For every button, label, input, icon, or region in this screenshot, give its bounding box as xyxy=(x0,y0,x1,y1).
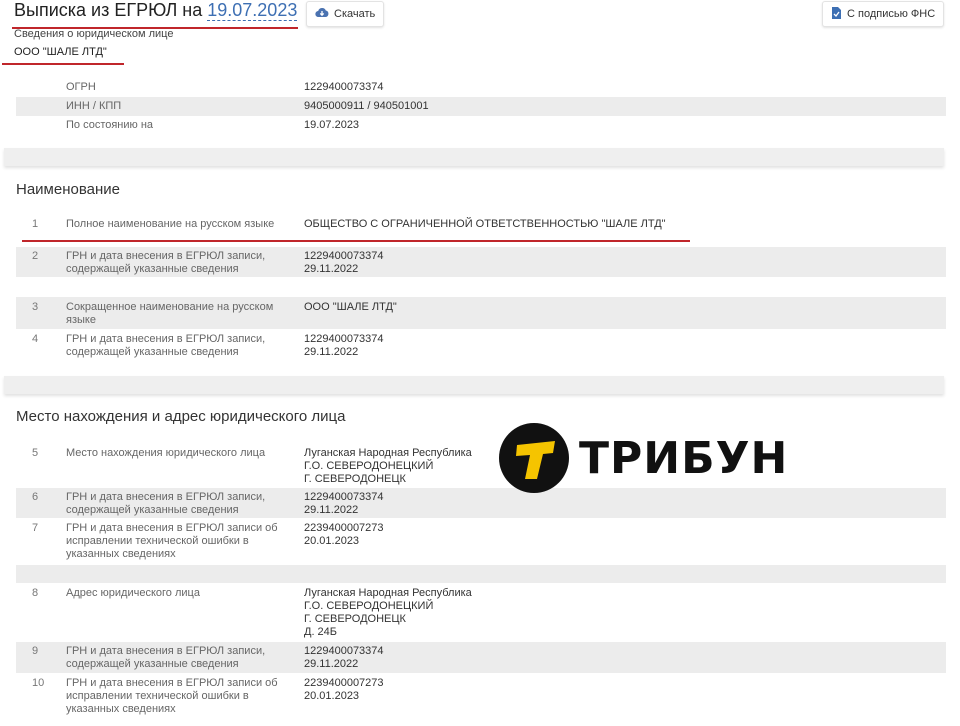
row-label: ГРН и дата внесения в ЕГРЮЛ записи, соде… xyxy=(66,333,266,358)
row-value: 1229400073374 29.11.2022 xyxy=(304,250,384,275)
row-value: 2239400007273 20.01.2023 xyxy=(304,522,384,547)
summary-value: 9405000911 / 940501001 xyxy=(304,100,429,112)
row-label: ГРН и дата внесения в ЕГРЮЛ записи об ис… xyxy=(66,677,278,715)
row-number: 7 xyxy=(32,522,39,534)
tribun-logo-icon xyxy=(499,423,569,493)
row-value: ОБЩЕСТВО С ОГРАНИЧЕННОЙ ОТВЕТСТВЕННОСТЬЮ… xyxy=(304,218,666,230)
document-header: Выписка из ЕГРЮЛ на 19.07.2023 Скачать С… xyxy=(0,0,960,70)
row-number: 8 xyxy=(32,587,39,599)
summary-label: По состоянию на xyxy=(66,119,154,131)
row-value: Луганская Народная Республика Г.О. СЕВЕР… xyxy=(304,587,472,638)
organization-name: ООО "ШАЛЕ ЛТД" xyxy=(14,46,107,58)
table-row: 7 ГРН и дата внесения в ЕГРЮЛ записи об … xyxy=(16,519,946,563)
summary-label: ОГРН xyxy=(66,81,96,93)
table-row: 6 ГРН и дата внесения в ЕГРЮЛ записи, со… xyxy=(16,488,946,518)
row-number: 2 xyxy=(32,250,39,262)
table-row: 4 ГРН и дата внесения в ЕГРЮЛ записи, со… xyxy=(16,330,946,360)
section-title-name: Наименование xyxy=(16,181,120,198)
fns-signature-button[interactable]: С подписью ФНС xyxy=(822,1,945,27)
row-label: Сокращенное наименование на русском язык… xyxy=(66,301,274,326)
title-underline xyxy=(12,27,298,29)
summary-row-inn: ИНН / КПП 9405000911 / 940501001 xyxy=(16,97,946,116)
table-row: 10 ГРН и дата внесения в ЕГРЮЛ записи об… xyxy=(16,674,946,718)
row-value: 1229400073374 29.11.2022 xyxy=(304,645,384,670)
table-row: 3 Сокращенное наименование на русском яз… xyxy=(16,297,946,329)
table-row: 8 Адрес юридического лица Луганская Наро… xyxy=(16,584,946,640)
row-number: 5 xyxy=(32,447,39,459)
row-label: ГРН и дата внесения в ЕГРЮЛ записи, соде… xyxy=(66,645,266,670)
cloud-download-icon xyxy=(315,7,329,21)
tribun-watermark: ТРИБУН xyxy=(499,423,788,493)
row-number: 6 xyxy=(32,491,39,503)
row-value: ООО "ШАЛЕ ЛТД" xyxy=(304,301,397,313)
download-label: Скачать xyxy=(334,8,376,20)
page-title: Выписка из ЕГРЮЛ на 19.07.2023 xyxy=(14,0,298,21)
fns-label: С подписью ФНС xyxy=(847,8,936,20)
row-number: 1 xyxy=(32,218,39,230)
table-row: 2 ГРН и дата внесения в ЕГРЮЛ записи, со… xyxy=(16,247,946,277)
table-row: 9 ГРН и дата внесения в ЕГРЮЛ записи, со… xyxy=(16,642,946,673)
row-label: Место нахождения юридического лица xyxy=(66,447,266,459)
summary-row-ogrn: ОГРН 1229400073374 xyxy=(16,78,946,97)
row-number: 10 xyxy=(32,677,45,689)
row-label: ГРН и дата внесения в ЕГРЮЛ записи, соде… xyxy=(66,250,266,275)
section-separator xyxy=(4,376,944,394)
row-number: 9 xyxy=(32,645,39,657)
row-value: 1229400073374 29.11.2022 xyxy=(304,491,384,516)
tribun-wordmark: ТРИБУН xyxy=(579,432,789,484)
row-label: Адрес юридического лица xyxy=(66,587,200,599)
summary-value: 1229400073374 xyxy=(304,81,384,93)
summary-label: ИНН / КПП xyxy=(66,100,122,112)
blank-row xyxy=(16,565,946,583)
row-label: ГРН и дата внесения в ЕГРЮЛ записи об ис… xyxy=(66,522,278,560)
subtitle: Сведения о юридическом лице xyxy=(14,28,174,40)
section-title-address: Место нахождения и адрес юридического ли… xyxy=(16,408,346,425)
download-button[interactable]: Скачать xyxy=(306,1,385,27)
org-underline xyxy=(2,63,124,65)
title-prefix: Выписка из ЕГРЮЛ на xyxy=(14,0,208,20)
row-value: 1229400073374 29.11.2022 xyxy=(304,333,384,358)
signed-document-icon xyxy=(831,6,842,23)
summary-value: 19.07.2023 xyxy=(304,119,360,131)
section-separator xyxy=(4,148,944,166)
row-value: 2239400007273 20.01.2023 xyxy=(304,677,384,702)
row-label: Полное наименование на русском языке xyxy=(66,218,275,230)
highlight-underline xyxy=(22,240,690,242)
table-row: 5 Место нахождения юридического лица Луг… xyxy=(16,444,946,488)
title-date-link[interactable]: 19.07.2023 xyxy=(207,0,298,21)
row-number: 3 xyxy=(32,301,39,313)
row-number: 4 xyxy=(32,333,39,345)
row-label: ГРН и дата внесения в ЕГРЮЛ записи, соде… xyxy=(66,491,266,516)
summary-row-date: По состоянию на 19.07.2023 xyxy=(16,116,946,135)
